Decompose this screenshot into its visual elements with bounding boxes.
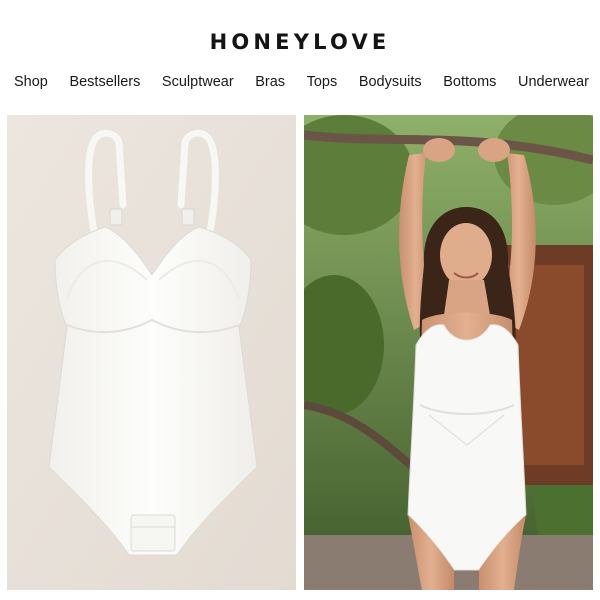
nav-item-shop[interactable]: Shop (14, 74, 48, 96)
bodysuit-flat-lay-illustration (7, 115, 296, 590)
site-header: HONEYLOVE Shop Bestsellers Sculptwear Br… (0, 0, 600, 112)
nav-item-sculptwear[interactable]: Sculptwear (162, 74, 234, 96)
model-photo-illustration (304, 115, 593, 590)
nav-item-bras[interactable]: Bras (255, 74, 285, 96)
product-flat-lay-image[interactable] (7, 115, 296, 590)
nav-item-tops[interactable]: Tops (307, 74, 338, 96)
brand-logo[interactable]: HONEYLOVE (0, 30, 600, 54)
model-wearing-bodysuit-image[interactable] (304, 115, 593, 590)
nav-item-bodysuits[interactable]: Bodysuits (359, 74, 422, 96)
main-nav: Shop Bestsellers Sculptwear Bras Tops Bo… (0, 74, 600, 96)
nav-item-bottoms[interactable]: Bottoms (443, 74, 496, 96)
nav-item-bestsellers[interactable]: Bestsellers (69, 74, 140, 96)
nav-item-underwear[interactable]: Underwear (518, 74, 589, 96)
